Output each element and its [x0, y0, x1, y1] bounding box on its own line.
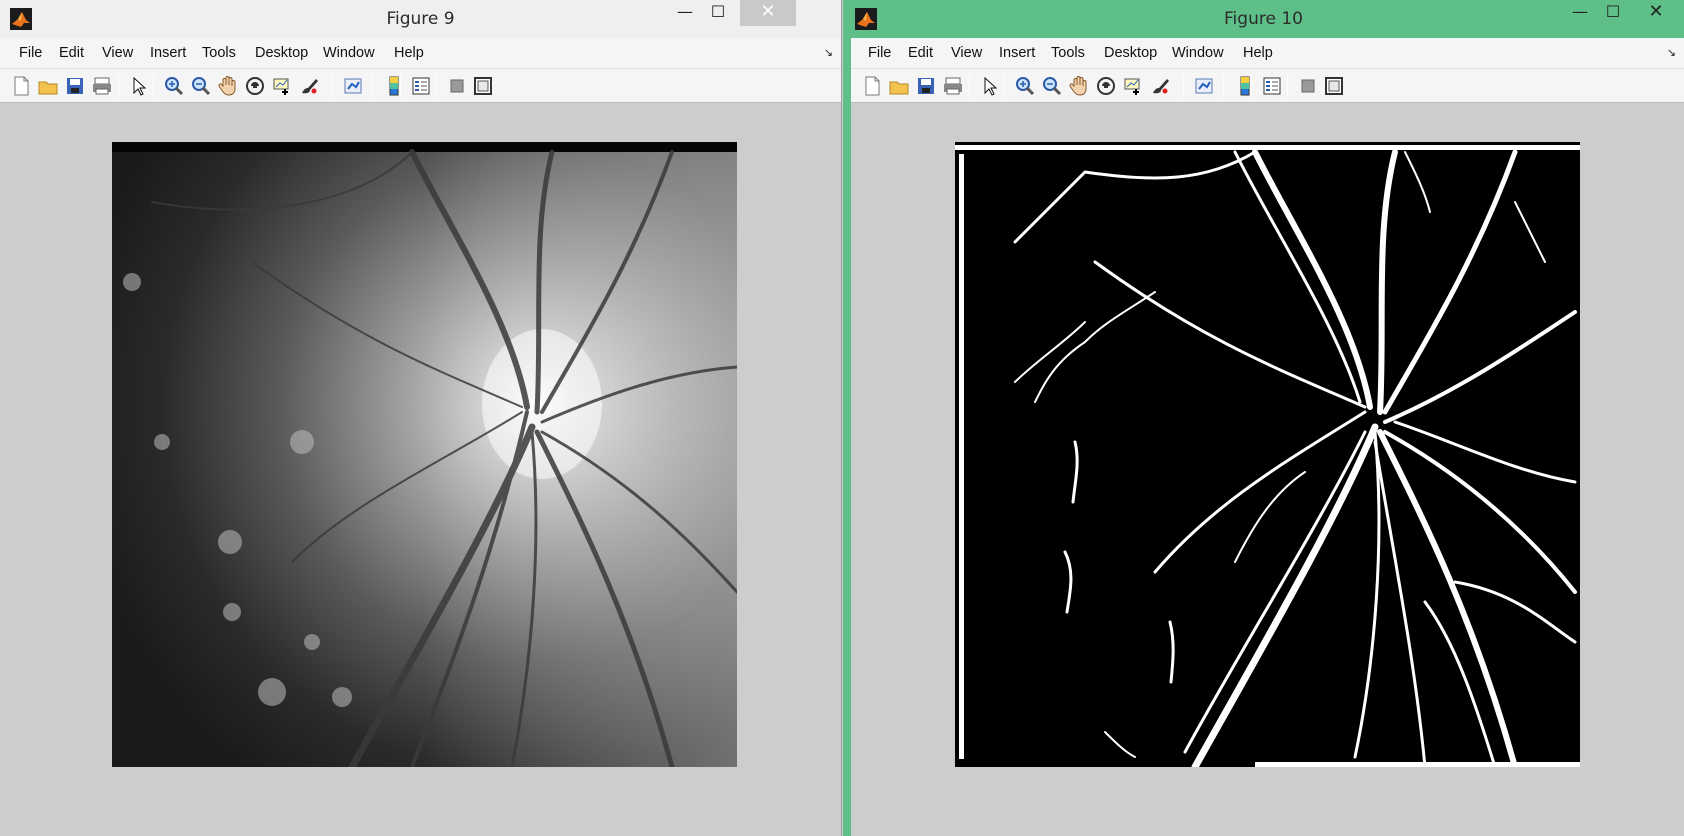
menu-edit[interactable]: Edit: [908, 45, 933, 61]
save-icon[interactable]: [915, 75, 937, 97]
dock-arrow-icon[interactable]: ↘: [1667, 46, 1676, 59]
zoom-out-icon[interactable]: [1041, 75, 1063, 97]
menu-view[interactable]: View: [102, 45, 133, 61]
colorbar-icon[interactable]: [383, 75, 405, 97]
close-button[interactable]: ✕: [740, 0, 796, 26]
menu-bar: File Edit View Insert Tools Desktop Wind…: [0, 38, 841, 69]
rotate-3d-icon[interactable]: [1095, 75, 1117, 97]
toolbar-separator: [400, 75, 401, 97]
dock-arrow-icon[interactable]: ↘: [824, 46, 833, 59]
print-icon[interactable]: [942, 75, 964, 97]
toolbar-separator: [969, 75, 970, 97]
fundus-image: [112, 142, 737, 767]
figure-10-window: Figure 10 — ☐ ✕ File Edit View Insert To…: [843, 0, 1684, 836]
toolbar-separator: [1004, 75, 1005, 97]
menu-insert[interactable]: Insert: [150, 45, 186, 61]
figure-toolbar: [0, 69, 841, 103]
menu-bar: File Edit View Insert Tools Desktop Wind…: [851, 38, 1684, 69]
legend-icon[interactable]: [1261, 75, 1283, 97]
data-cursor-icon[interactable]: [271, 75, 293, 97]
menu-desktop[interactable]: Desktop: [1104, 45, 1157, 61]
new-figure-icon[interactable]: [10, 75, 32, 97]
save-icon[interactable]: [64, 75, 86, 97]
menu-desktop[interactable]: Desktop: [255, 45, 308, 61]
toolbar-separator: [332, 75, 333, 97]
vessel-segmentation-image: [955, 142, 1580, 767]
close-button[interactable]: ✕: [1628, 0, 1684, 26]
edit-plot-arrow-icon[interactable]: [128, 75, 150, 97]
hide-plot-tools-icon[interactable]: [446, 75, 468, 97]
open-file-icon[interactable]: [37, 75, 59, 97]
show-plot-tools-icon[interactable]: [1323, 75, 1345, 97]
menu-edit[interactable]: Edit: [59, 45, 84, 61]
menu-window[interactable]: Window: [323, 45, 375, 61]
data-cursor-icon[interactable]: [1122, 75, 1144, 97]
toolbar-separator: [372, 75, 373, 97]
menu-file[interactable]: File: [868, 45, 891, 61]
toolbar-separator: [1287, 75, 1288, 97]
zoom-in-icon[interactable]: [163, 75, 185, 97]
edit-plot-arrow-icon[interactable]: [979, 75, 1001, 97]
figure-9-window: Figure 9 — ☐ ✕ File Edit View Insert Too…: [0, 0, 842, 836]
toolbar-separator: [436, 75, 437, 97]
maximize-button[interactable]: ☐: [1596, 0, 1630, 26]
new-figure-icon[interactable]: [861, 75, 883, 97]
brush-icon[interactable]: [1149, 75, 1171, 97]
toolbar-separator: [118, 75, 119, 97]
figure-toolbar: [851, 69, 1684, 103]
menu-tools[interactable]: Tools: [202, 45, 236, 61]
window-title: Figure 10: [1224, 9, 1303, 29]
show-plot-tools-icon[interactable]: [472, 75, 494, 97]
pan-hand-icon[interactable]: [217, 75, 239, 97]
menu-help[interactable]: Help: [394, 45, 424, 61]
toolbar-separator: [1251, 75, 1252, 97]
menu-window[interactable]: Window: [1172, 45, 1224, 61]
print-icon[interactable]: [91, 75, 113, 97]
title-bar[interactable]: Figure 9 — ☐ ✕: [0, 0, 841, 38]
menu-tools[interactable]: Tools: [1051, 45, 1085, 61]
toolbar-separator: [1183, 75, 1184, 97]
brush-icon[interactable]: [298, 75, 320, 97]
axes-area: [0, 104, 841, 836]
figure-client: File Edit View Insert Tools Desktop Wind…: [0, 38, 841, 836]
title-bar[interactable]: Figure 10 — ☐ ✕: [843, 0, 1684, 38]
pan-hand-icon[interactable]: [1068, 75, 1090, 97]
toolbar-separator: [1223, 75, 1224, 97]
legend-icon[interactable]: [410, 75, 432, 97]
figure-client: File Edit View Insert Tools Desktop Wind…: [851, 38, 1684, 836]
link-plot-icon[interactable]: [342, 75, 364, 97]
toolbar-separator: [153, 75, 154, 97]
colorbar-icon[interactable]: [1234, 75, 1256, 97]
menu-view[interactable]: View: [951, 45, 982, 61]
hide-plot-tools-icon[interactable]: [1297, 75, 1319, 97]
maximize-button[interactable]: ☐: [701, 0, 735, 26]
menu-insert[interactable]: Insert: [999, 45, 1035, 61]
zoom-in-icon[interactable]: [1014, 75, 1036, 97]
rotate-3d-icon[interactable]: [244, 75, 266, 97]
link-plot-icon[interactable]: [1193, 75, 1215, 97]
zoom-out-icon[interactable]: [190, 75, 212, 97]
minimize-button[interactable]: —: [668, 0, 702, 26]
minimize-button[interactable]: —: [1563, 0, 1597, 26]
menu-file[interactable]: File: [19, 45, 42, 61]
open-file-icon[interactable]: [888, 75, 910, 97]
axes-area: [851, 104, 1684, 836]
menu-help[interactable]: Help: [1243, 45, 1273, 61]
